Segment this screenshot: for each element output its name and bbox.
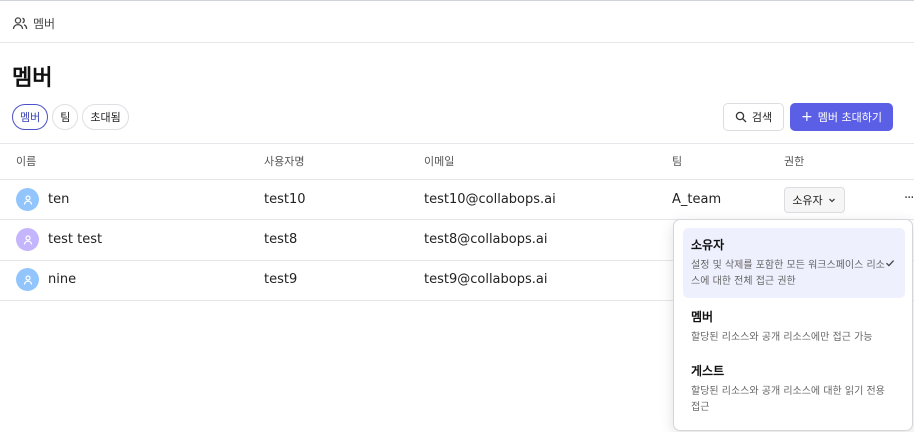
column-header-role[interactable]: 권한 [784, 153, 804, 169]
member-name: test test [48, 232, 103, 247]
search-button[interactable]: 검색 [723, 103, 784, 131]
member-username: test9 [264, 272, 298, 287]
page-title: 멤버 [12, 66, 53, 91]
member-email: test9@collabops.ai [424, 272, 548, 287]
search-button-label: 검색 [751, 111, 773, 124]
member-name: ten [48, 192, 70, 207]
role-option-guest[interactable]: 게스트 할당된 리소스와 공개 리소스에 대한 읽기 전용 접근 [683, 354, 905, 424]
avatar [16, 228, 39, 251]
breadcrumb-label: 멤버 [33, 16, 56, 31]
invite-member-button[interactable]: + 멤버 초대하기 [790, 103, 893, 131]
role-option-title: 멤버 [691, 310, 714, 324]
role-option-title: 소유자 [691, 238, 725, 252]
role-option-owner[interactable]: 소유자 설정 및 삭제를 포함한 모든 워크스페이스 리소스에 대한 전체 접근… [683, 228, 905, 298]
avatar [16, 188, 39, 211]
member-name: nine [48, 272, 77, 287]
role-select-value: 소유자 [792, 194, 823, 207]
check-icon [886, 260, 895, 267]
more-actions-icon[interactable]: ··· [904, 191, 914, 206]
table-header-divider [0, 179, 914, 180]
tab-members[interactable]: 멤버 [12, 104, 49, 130]
column-header-name[interactable]: 이름 [16, 153, 36, 169]
user-icon [23, 274, 32, 285]
header-divider [0, 42, 914, 43]
breadcrumb: 멤버 [12, 14, 55, 32]
role-select[interactable]: 소유자 [784, 187, 845, 213]
member-team: A_team [672, 192, 722, 207]
table-top-border [0, 143, 914, 144]
member-email: test10@collabops.ai [424, 192, 556, 207]
tab-bar: 멤버 팀 초대됨 [12, 104, 129, 130]
column-header-email[interactable]: 이메일 [424, 153, 454, 169]
role-option-description: 할당된 리소스와 공개 리소스에 대한 읽기 전용 접근 [691, 386, 885, 413]
chevron-down-icon [828, 198, 835, 203]
role-option-description: 설정 및 삭제를 포함한 모든 워크스페이스 리소스에 대한 전체 접근 권한 [691, 260, 885, 287]
member-username: test10 [264, 192, 306, 207]
member-email: test8@collabops.ai [424, 232, 548, 247]
avatar [16, 268, 39, 291]
column-header-team[interactable]: 팀 [672, 153, 682, 169]
column-header-username[interactable]: 사용자명 [264, 153, 304, 169]
window-top-border [0, 0, 914, 3]
member-username: test8 [264, 232, 298, 247]
users-icon [12, 17, 28, 30]
tab-teams[interactable]: 팀 [52, 104, 79, 130]
plus-icon: + [801, 109, 813, 125]
role-option-member[interactable]: 멤버 할당된 리소스와 공개 리소스에만 접근 가능 [683, 300, 905, 354]
role-dropdown-menu: 소유자 설정 및 삭제를 포함한 모든 워크스페이스 리소스에 대한 전체 접근… [673, 219, 913, 431]
tab-invited[interactable]: 초대됨 [82, 104, 129, 130]
invite-button-label: 멤버 초대하기 [817, 111, 882, 124]
role-option-title: 게스트 [691, 364, 725, 378]
user-icon [23, 194, 32, 205]
role-option-description: 할당된 리소스와 공개 리소스에만 접근 가능 [691, 332, 873, 343]
search-icon [735, 111, 747, 123]
user-icon [23, 234, 32, 245]
